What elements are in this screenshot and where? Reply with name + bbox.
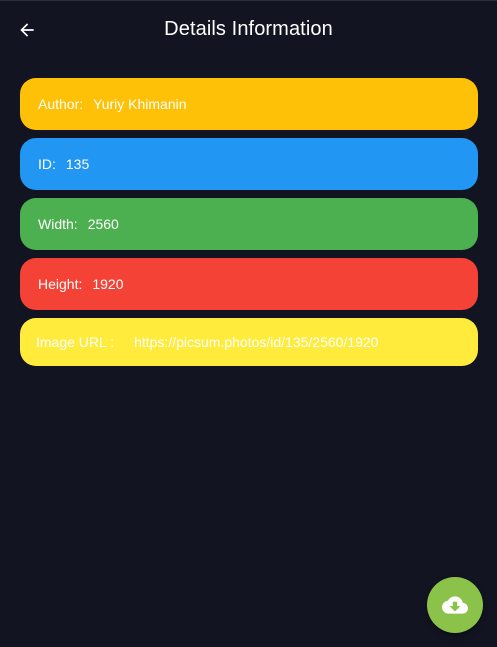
width-label: Width: — [38, 216, 78, 232]
image-url-label: Image URL : — [36, 334, 115, 350]
height-card: Height: 1920 — [20, 258, 478, 310]
id-value: 135 — [65, 156, 90, 172]
download-button[interactable] — [427, 577, 483, 633]
height-value: 1920 — [92, 276, 124, 292]
id-label: ID: — [38, 156, 56, 172]
image-url-value: https://picsum.photos/id/135/2560/1920 — [134, 334, 379, 350]
height-label: Height: — [38, 276, 83, 292]
app-bar: Details Information — [0, 1, 497, 59]
id-card: ID: 135 — [20, 138, 478, 190]
author-label: Author: — [38, 96, 84, 112]
cloud-download-icon — [442, 596, 468, 614]
author-value: Yuriy Khimanin — [93, 96, 187, 112]
author-card: Author: Yuriy Khimanin — [20, 78, 478, 130]
width-value: 2560 — [87, 216, 119, 232]
page-title: Details Information — [164, 18, 333, 40]
details-screen: Details Information Author: Yuriy Khiman… — [0, 0, 497, 647]
image-url-card: Image URL : https://picsum.photos/id/135… — [20, 318, 478, 366]
width-card: Width: 2560 — [20, 198, 478, 250]
